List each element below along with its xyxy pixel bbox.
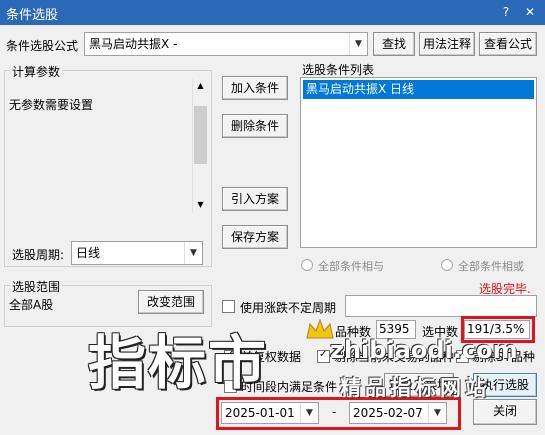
period-select[interactable]: 日线 ▼	[71, 241, 203, 265]
add-condition-button[interactable]: 加入条件	[222, 76, 288, 100]
watermark-domain: zhibiaodi.com	[330, 336, 518, 364]
title-bar: 条件选股 ? ✕	[0, 0, 545, 25]
scroll-down-icon[interactable]: ▼	[193, 200, 208, 209]
formula-value: 黑马启动共振X -	[89, 37, 178, 51]
chevron-down-icon[interactable]: ▼	[184, 242, 202, 264]
condition-list[interactable]: 黑马启动共振X 日线	[300, 77, 537, 248]
change-scope-button[interactable]: 改变范围	[138, 290, 204, 314]
save-scheme-button[interactable]: 保存方案	[222, 225, 288, 249]
view-formula-button[interactable]: 查看公式	[479, 32, 537, 56]
usage-button[interactable]: 用法注释	[419, 32, 475, 56]
period-input[interactable]	[345, 295, 537, 317]
formula-label: 条件选股公式	[6, 39, 79, 53]
scroll-up-icon[interactable]: ▲	[193, 81, 208, 90]
period-value: 日线	[76, 246, 101, 260]
params-group-label: 计算参数	[10, 63, 63, 80]
scope-group-label: 选股范围	[10, 278, 63, 295]
or-radio[interactable]	[441, 259, 453, 271]
list-item[interactable]: 黑马启动共振X 日线	[303, 80, 534, 99]
watermark-text: 指标市	[88, 329, 269, 397]
import-scheme-button[interactable]: 引入方案	[222, 187, 288, 211]
help-icon[interactable]: ?	[497, 3, 515, 21]
window-title: 条件选股	[6, 8, 59, 23]
find-button[interactable]: 查找	[373, 32, 415, 56]
crown-icon	[306, 318, 334, 339]
watermark-tagline: 精品指标网站	[340, 376, 490, 400]
unfixed-period-checkbox[interactable]	[222, 300, 235, 313]
no-params-text: 无参数需要设置	[9, 98, 94, 112]
close-icon[interactable]: ✕	[521, 3, 539, 21]
exclude-suspended-checkbox[interactable]: ✓	[317, 349, 330, 363]
and-radio[interactable]	[301, 259, 313, 271]
delete-condition-button[interactable]: 删除条件	[222, 114, 288, 138]
chevron-down-icon[interactable]: ▼	[349, 33, 367, 55]
or-radio-label: 全部条件相或	[458, 260, 524, 273]
unfixed-period-label: 使用涨跌不定周期	[240, 301, 337, 315]
close-button[interactable]: 关闭	[473, 399, 537, 425]
condition-list-label: 选股条件列表	[302, 63, 375, 77]
scroll-thumb[interactable]	[194, 106, 207, 164]
scope-value: 全部A股	[9, 298, 54, 312]
period-label: 选股周期:	[12, 248, 65, 262]
params-scrollbar[interactable]: ▲ ▼	[192, 79, 208, 213]
formula-select[interactable]: 黑马启动共振X - ▼	[84, 32, 368, 56]
and-radio-label: 全部条件相与	[318, 260, 384, 273]
